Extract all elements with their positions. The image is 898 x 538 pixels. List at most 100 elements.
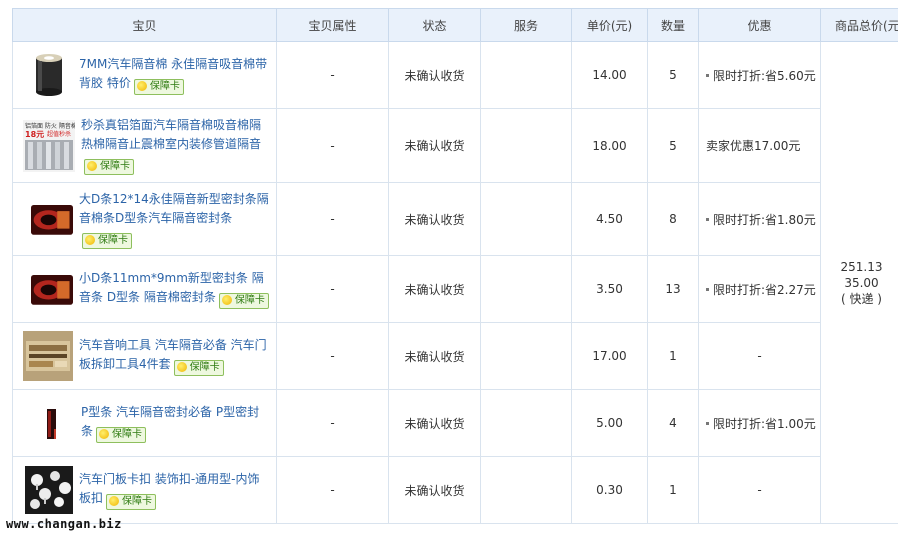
item-service (480, 389, 572, 457)
bullet-icon (706, 217, 709, 221)
table-row: 7MM汽车隔音棉 永佳隔音吸音棉带背胶 特价 保障卡 - 未确认收货 14.00 … (12, 41, 898, 524)
guarantee-card-badge[interactable]: 保障卡 (82, 232, 132, 249)
svg-text:18元: 18元 (25, 130, 44, 139)
flower-icon (136, 81, 147, 91)
item-quantity: 1 (647, 456, 699, 524)
table-row: 小D条11mm*9mm新型密封条 隔音条 D型条 隔音棉密封条 保障卡 - 未确认… (12, 255, 898, 323)
bullet-icon (706, 287, 709, 291)
item-attributes: - (276, 255, 389, 323)
item-title: 7MM汽车隔音棉 永佳隔音吸音棉带背胶 特价 保障卡 (79, 55, 270, 95)
item-quantity: 4 (647, 389, 699, 457)
item-unit-price: 4.50 (571, 182, 648, 256)
item-attributes: - (276, 389, 389, 457)
guarantee-card-badge[interactable]: 保障卡 (173, 360, 224, 376)
item-unit-price: 3.50 (571, 255, 648, 323)
item-quantity: 8 (647, 182, 699, 256)
guarantee-card-badge[interactable]: 保障卡 (84, 159, 134, 175)
item-quantity: 5 (647, 41, 699, 109)
svg-text:超值秒杀: 超值秒杀 (47, 130, 71, 138)
item-title: 小D条11mm*9mm新型密封条 隔音条 D型条 隔音棉密封条 保障卡 (79, 269, 270, 309)
item-attributes: - (276, 182, 389, 256)
header-status: 状态 (388, 8, 481, 42)
watermark: www.changan.biz (6, 517, 122, 531)
item-discount: 限时打折:省5.60元 (698, 41, 821, 109)
table-row: P型条 汽车隔音密封必备 P型密封条 保障卡 - 未确认收货 5.00 4 限时打… (12, 389, 898, 457)
item-status: 未确认收货 (388, 322, 481, 390)
flower-icon (85, 234, 95, 245)
flower-icon (221, 295, 232, 305)
header-unit-price: 单价(元) (571, 8, 648, 42)
item-unit-price: 0.30 (571, 456, 648, 524)
flower-icon (99, 429, 110, 439)
item-service (480, 255, 572, 323)
item-cell: 汽车门板卡扣 装饰扣-通用型-内饰板扣 保障卡 (12, 456, 277, 524)
d-seal-strip-small-thumbnail[interactable] (31, 268, 73, 310)
flower-icon (87, 161, 97, 171)
item-title-link[interactable]: 大D条12*14永佳隔音新型密封条隔音棉条D型条汽车隔音密封条 (79, 192, 269, 225)
tool-kit-thumbnail[interactable] (23, 331, 73, 381)
guarantee-card-badge[interactable]: 保障卡 (106, 494, 157, 510)
item-discount: 限时打折:省1.80元 (698, 182, 821, 256)
item-title: P型条 汽车隔音密封必备 P型密封条 保障卡 (81, 403, 270, 443)
item-attributes: - (276, 108, 389, 183)
header-item: 宝贝 (12, 8, 277, 42)
p-seal-strip-thumbnail[interactable] (27, 399, 75, 447)
order-total-amount: 251.13 (840, 259, 883, 274)
guarantee-card-badge[interactable]: 保障卡 (218, 293, 269, 309)
item-service (480, 182, 572, 256)
item-status: 未确认收货 (388, 255, 481, 323)
order-total-cell: 251.13 35.00 ( 快递 ) (820, 41, 898, 524)
item-unit-price: 14.00 (571, 41, 648, 109)
item-attributes: - (276, 322, 389, 390)
item-quantity: 13 (647, 255, 699, 323)
item-unit-price: 18.00 (571, 108, 648, 183)
item-discount: - (698, 456, 821, 524)
item-cell: 汽车音响工具 汽车隔音必备 汽车门板拆卸工具4件套 保障卡 (12, 322, 277, 390)
item-cell: 7MM汽车隔音棉 永佳隔音吸音棉带背胶 特价 保障卡 (12, 41, 277, 109)
item-status: 未确认收货 (388, 456, 481, 524)
table-row: 汽车音响工具 汽车隔音必备 汽车门板拆卸工具4件套 保障卡 - 未确认收货 17.… (12, 322, 898, 390)
item-title-link[interactable]: 秒杀真铝箔面汽车隔音棉吸音棉隔热棉隔音止震棉室内装修管道隔音 (81, 118, 261, 151)
guarantee-card-badge[interactable]: 保障卡 (133, 79, 184, 95)
bullet-icon (706, 73, 709, 77)
item-attributes: - (276, 456, 389, 524)
item-status: 未确认收货 (388, 182, 481, 256)
flower-icon (176, 362, 187, 372)
guarantee-card-badge[interactable]: 保障卡 (96, 427, 147, 443)
order-items-table: 宝贝 宝贝属性 状态 服务 单价(元) 数量 优惠 商品总价(元 7MM汽车隔音… (12, 8, 898, 524)
d-seal-strip-thumbnail[interactable] (31, 198, 73, 240)
shipping-method: ( 快递 ) (841, 291, 882, 306)
door-clips-thumbnail[interactable] (25, 466, 73, 514)
svg-text:铝箔面 防火 隔音棉: 铝箔面 防火 隔音棉 (25, 122, 75, 130)
item-title: 秒杀真铝箔面汽车隔音棉吸音棉隔热棉隔音止震棉室内装修管道隔音保障卡 (81, 116, 270, 175)
foil-insulation-thumbnail[interactable]: 铝箔面 防火 隔音棉 18元 超值秒杀 (23, 119, 75, 172)
item-attributes: - (276, 41, 389, 109)
item-discount: 限时打折:省2.27元 (698, 255, 821, 323)
flower-icon (109, 496, 120, 506)
item-title: 汽车门板卡扣 装饰扣-通用型-内饰板扣 保障卡 (79, 470, 270, 510)
item-quantity: 1 (647, 322, 699, 390)
shipping-fee: 35.00 (844, 275, 879, 290)
item-quantity: 5 (647, 108, 699, 183)
item-discount: 限时打折:省1.00元 (698, 389, 821, 457)
bullet-icon (706, 421, 709, 425)
table-row: 大D条12*14永佳隔音新型密封条隔音棉条D型条汽车隔音密封条保障卡 - 未确认… (12, 182, 898, 256)
item-unit-price: 17.00 (571, 322, 648, 390)
header-discount: 优惠 (698, 8, 821, 42)
header-total: 商品总价(元 (820, 8, 898, 42)
foam-roll-thumbnail[interactable] (25, 51, 73, 99)
table-row: 铝箔面 防火 隔音棉 18元 超值秒杀 秒杀真铝箔面汽车隔音棉吸音棉隔热棉隔音止… (12, 108, 898, 183)
item-service (480, 322, 572, 390)
item-cell: 小D条11mm*9mm新型密封条 隔音条 D型条 隔音棉密封条 保障卡 (12, 255, 277, 323)
header-quantity: 数量 (647, 8, 699, 42)
item-cell: P型条 汽车隔音密封必备 P型密封条 保障卡 (12, 389, 277, 457)
table-row: 汽车门板卡扣 装饰扣-通用型-内饰板扣 保障卡 - 未确认收货 0.30 1 - (12, 456, 898, 524)
item-status: 未确认收货 (388, 389, 481, 457)
item-title: 汽车音响工具 汽车隔音必备 汽车门板拆卸工具4件套 保障卡 (79, 336, 270, 376)
item-discount: 卖家优惠17.00元 (698, 108, 821, 183)
item-title-link[interactable]: 汽车音响工具 汽车隔音必备 汽车门板拆卸工具4件套 (79, 338, 267, 371)
item-service (480, 108, 572, 183)
item-discount: - (698, 322, 821, 390)
header-attributes: 宝贝属性 (276, 8, 389, 42)
table-header-row: 宝贝 宝贝属性 状态 服务 单价(元) 数量 优惠 商品总价(元 (12, 8, 898, 42)
